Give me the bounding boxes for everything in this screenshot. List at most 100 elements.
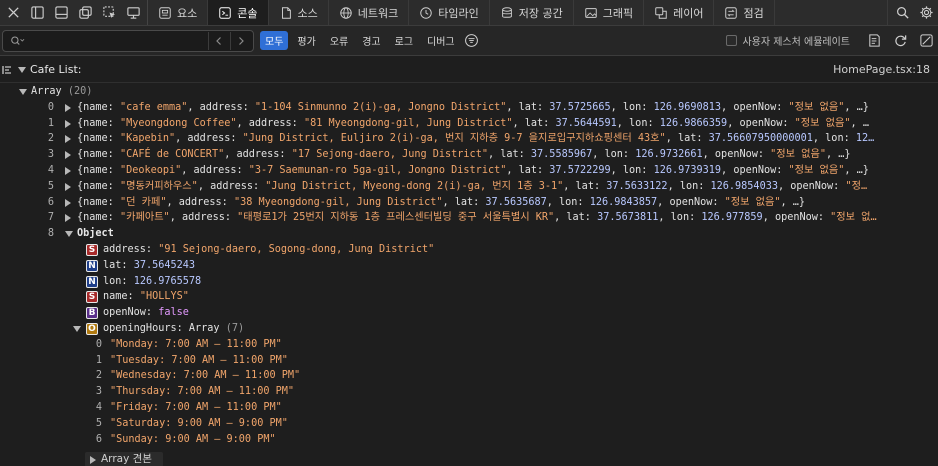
emulate-gesture-checkbox[interactable] [726,35,738,46]
disclosure-triangle-icon[interactable] [65,119,71,128]
console-filter-input[interactable] [26,34,208,47]
source-location-link[interactable]: HomePage.tsx:18 [833,62,930,78]
disclosure-triangle-icon[interactable] [65,166,71,175]
opening-hours-row[interactable]: O openingHours: Array (7) [0,321,938,337]
property-key: lat: [103,259,128,271]
tab-sources[interactable]: 소스 [269,0,329,25]
preview-key: , lon: [546,196,590,208]
filter-options-icon[interactable] [464,33,480,49]
array-index: 3 [95,386,102,398]
preserve-log-icon[interactable] [866,33,882,49]
disclosure-triangle-icon[interactable] [65,135,71,144]
array-item-row[interactable]: 4 {name: "Deokeopi", address: "3-7 Saemun… [0,163,938,179]
filter-evaluations-button[interactable]: 평가 [292,31,320,50]
chevron-left-icon[interactable] [208,31,228,50]
object-preview: {name: "Kapebin", address: "Jung Distric… [77,131,935,147]
close-icon[interactable] [5,5,21,21]
tab-graphics[interactable]: 그래픽 [574,0,645,25]
object-row[interactable]: 8 Object [0,226,938,242]
property-value: 37.5645243 [133,259,196,271]
opening-hours-entry[interactable]: 4 "Friday: 7:00 AM – 11:00 PM" [0,400,938,416]
disclosure-triangle-icon[interactable] [18,67,26,73]
preview-open: {name: [77,212,120,224]
object-label: Object [77,228,114,240]
search-icon[interactable] [894,5,910,21]
opening-hours-entry[interactable]: 6 "Sunday: 9:00 AM – 9:00 PM" [0,432,938,448]
tab-storage[interactable]: 저장 공간 [490,0,574,25]
array-item-row[interactable]: 0 {name: "cafe emma", address: "1-104 Sin… [0,100,938,116]
array-index: 4 [47,164,54,176]
tab-layers[interactable]: 레이어 [644,0,715,25]
settings-icon[interactable] [918,5,934,21]
device-icon[interactable] [125,5,141,21]
tab-timelines[interactable]: 타임라인 [409,0,490,25]
array-item-row[interactable]: 7 {name: "카페아트", address: "태평로1가 25번지 지하동… [0,210,938,226]
preview-key: , lat: [512,117,556,129]
array-item-row[interactable]: 6 {name: "던 카페", address: "38 Myeongdong-… [0,195,938,211]
property-row[interactable]: BopenNow: false [0,305,938,321]
opening-hours-entry[interactable]: 2 "Wednesday: 7:00 AM – 11:00 PM" [0,368,938,384]
preview-key: , openNow: [721,164,789,176]
disclosure-triangle-icon[interactable] [65,214,71,223]
filter-debugs-button[interactable]: 디버그 [422,31,460,50]
filter-warnings-button[interactable]: 경고 [357,31,385,50]
property-row[interactable]: Nlat: 37.5645243 [0,258,938,274]
type-badge: N [86,275,98,288]
filter-all-button[interactable]: 모두 [260,31,289,50]
preview-key: , lon: [812,133,856,145]
graphics-icon [584,7,597,18]
disclosure-triangle-icon[interactable] [65,198,71,207]
dock-bottom-icon[interactable] [53,5,69,21]
property-value: 126.9765578 [133,275,202,287]
array-item-row[interactable]: 1 {name: "Myeongdong Coffee", address: "8… [0,116,938,132]
array-item-row[interactable]: 3 {name: "CAFÉ de CONCERT", address: "17 … [0,147,938,163]
disclosure-triangle-icon[interactable] [65,151,71,160]
property: openNow: false [103,305,189,321]
array-index: 2 [95,370,102,382]
preview-lat-value: 37.5585967 [530,149,593,161]
array-index: 4 [95,401,102,413]
disclosure-triangle-icon[interactable] [65,231,73,238]
array-item-row[interactable]: 2 {name: "Kapebin", address: "Jung Distri… [0,131,938,147]
tab-console[interactable]: 콘솔 [208,0,269,25]
disclosure-triangle-icon[interactable] [19,89,27,95]
preview-open-now-value: "정보 없음" [788,101,845,113]
preview-key: , lat: [665,133,709,145]
property-key: lon: [103,275,128,287]
disclosure-triangle-icon[interactable] [65,182,71,191]
tab-label: 콘솔 [237,6,258,20]
type-badge: S [86,291,98,304]
opening-hours-entry[interactable]: 0 "Monday: 7:00 AM – 11:00 PM" [0,337,938,353]
preview-key: , lon: [592,149,636,161]
chevron-right-icon[interactable] [230,31,250,50]
array-root-row[interactable]: Array (20) [0,84,938,100]
undock-icon[interactable] [77,5,93,21]
disclosure-triangle-icon[interactable] [90,456,96,465]
array-prototype-row[interactable]: Array 견본 [0,452,938,466]
filter-errors-button[interactable]: 오류 [325,31,353,50]
disclosure-triangle-icon[interactable] [73,325,81,332]
opening-hours-entry[interactable]: 1 "Tuesday: 7:00 AM – 11:00 PM" [0,353,938,369]
opening-hours-entry[interactable]: 3 "Thursday: 7:00 AM – 11:00 PM" [0,384,938,400]
tab-network[interactable]: 네트워크 [329,0,410,25]
array-item-row[interactable]: 5 {name: "명동커피하우스", address: "Jung Distri… [0,179,938,195]
tab-audit[interactable]: 점검 [714,0,775,25]
console-output: Cafe List: HomePage.tsx:18 Array (20) 0 {… [0,57,938,466]
opening-hours-entry[interactable]: 5 "Saturday: 9:00 AM – 9:00 PM" [0,416,938,432]
element-picker-icon[interactable] [101,5,117,21]
tab-label: 점검 [743,6,764,20]
preview-ellipsis: , …} [844,101,869,113]
property-row[interactable]: Nlon: 126.9765578 [0,274,938,290]
clear-console-icon[interactable] [918,33,934,49]
tab-elements[interactable]: 요소 [148,0,209,25]
disclosure-triangle-icon[interactable] [65,103,71,112]
property-row[interactable]: Sname: "HOLLYS" [0,289,938,305]
emulate-gesture-option[interactable]: 사용자 제스처 에뮬레이트 [726,33,850,48]
preview-name-value: "CAFÉ de CONCERT" [119,149,225,161]
preview-address-value: "17 Sejong-daero, Jung District" [291,149,488,161]
reload-icon[interactable] [892,33,908,49]
type-badge: N [86,259,98,272]
filter-logs-button[interactable]: 로그 [390,31,418,50]
property-row[interactable]: Saddress: "91 Sejong-daero, Sogong-dong,… [0,242,938,258]
dock-left-icon[interactable] [29,5,45,21]
